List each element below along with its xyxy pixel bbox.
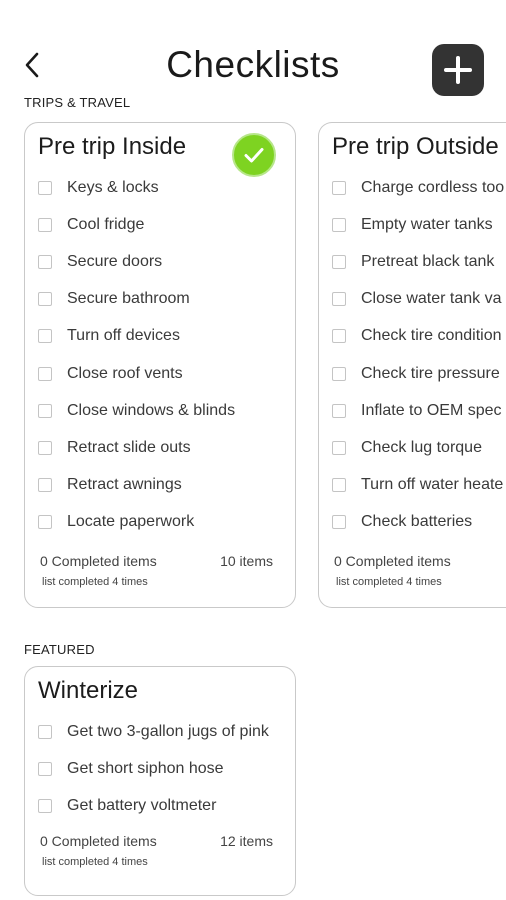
- list-item[interactable]: Check tire condition: [332, 318, 506, 355]
- checkbox[interactable]: [332, 180, 346, 195]
- checkbox[interactable]: [38, 478, 52, 493]
- item-label: Check batteries: [361, 513, 473, 531]
- item-label: Pretreat black tank: [361, 252, 495, 270]
- completion-times: list completed 4 times: [42, 576, 148, 588]
- checklist-card-pre-trip-inside[interactable]: Pre trip Inside Keys & locks Cool fridge…: [24, 122, 296, 608]
- item-label: Charge cordless too: [361, 178, 505, 196]
- checkbox[interactable]: [38, 254, 52, 269]
- item-label: Retract awnings: [67, 476, 182, 494]
- checklist-items: Charge cordless too Empty water tanks Pr…: [332, 169, 506, 541]
- item-label: Close roof vents: [67, 364, 183, 382]
- add-checklist-button[interactable]: [432, 44, 484, 96]
- list-item[interactable]: Get battery voltmeter: [38, 787, 295, 824]
- item-label: Turn off devices: [67, 327, 180, 345]
- checkbox[interactable]: [38, 366, 52, 381]
- item-label: Keys & locks: [67, 178, 159, 196]
- checklist-card-pre-trip-outside[interactable]: Pre trip Outside Charge cordless too Emp…: [318, 122, 506, 608]
- checkbox[interactable]: [332, 478, 346, 493]
- item-label: Locate paperwork: [67, 513, 195, 531]
- item-label: Check tire pressure: [361, 364, 500, 382]
- checkbox[interactable]: [332, 292, 346, 307]
- item-label: Secure bathroom: [67, 290, 190, 308]
- page-title: Checklists: [166, 44, 340, 85]
- item-label: Cool fridge: [67, 215, 145, 233]
- item-label: Retract slide outs: [67, 438, 191, 456]
- list-item[interactable]: Inflate to OEM spec: [332, 392, 506, 429]
- checklist-card-winterize[interactable]: Winterize Get two 3-gallon jugs of pink …: [24, 666, 296, 896]
- completion-times: list completed 4 times: [42, 856, 148, 868]
- checklist-items: Get two 3-gallon jugs of pink Get short …: [38, 713, 295, 825]
- completed-count: 0 Completed items: [40, 833, 157, 849]
- checkbox[interactable]: [332, 515, 346, 530]
- item-label: Empty water tanks: [361, 215, 493, 233]
- list-item[interactable]: Secure bathroom: [38, 281, 295, 318]
- checkbox[interactable]: [38, 403, 52, 418]
- checkbox[interactable]: [332, 329, 346, 344]
- list-item[interactable]: Check lug torque: [332, 429, 506, 466]
- checkbox[interactable]: [38, 798, 52, 813]
- list-item[interactable]: Check tire pressure: [332, 355, 506, 392]
- section-label-trips: TRIPS & TRAVEL: [24, 95, 131, 110]
- list-item[interactable]: Empty water tanks: [332, 206, 506, 243]
- checkbox[interactable]: [332, 440, 346, 455]
- list-item[interactable]: Charge cordless too: [332, 169, 506, 206]
- checkbox[interactable]: [332, 254, 346, 269]
- completion-times: list completed 4 times: [336, 576, 442, 588]
- checkbox[interactable]: [38, 180, 52, 195]
- item-label: Get battery voltmeter: [67, 796, 217, 814]
- item-count: 10 items: [220, 553, 273, 569]
- checkbox[interactable]: [38, 724, 52, 739]
- list-item[interactable]: Close roof vents: [38, 355, 295, 392]
- card-title: Winterize: [38, 677, 139, 704]
- item-count: 12 items: [220, 833, 273, 849]
- list-item[interactable]: Turn off devices: [38, 318, 295, 355]
- card-title: Pre trip Inside: [38, 133, 187, 160]
- list-item[interactable]: Get two 3-gallon jugs of pink: [38, 713, 295, 750]
- list-item[interactable]: Close windows & blinds: [38, 392, 295, 429]
- item-label: Check lug torque: [361, 438, 482, 456]
- item-label: Turn off water heate: [361, 476, 504, 494]
- checkbox[interactable]: [38, 292, 52, 307]
- list-item[interactable]: Close water tank va: [332, 281, 506, 318]
- list-item[interactable]: Secure doors: [38, 243, 295, 280]
- card-title: Pre trip Outside: [332, 133, 499, 160]
- list-item[interactable]: Turn off water heate: [332, 467, 506, 504]
- plus-icon: [444, 56, 472, 84]
- item-label: Secure doors: [67, 252, 163, 270]
- top-bar: Checklists: [0, 36, 506, 98]
- checkbox[interactable]: [38, 515, 52, 530]
- list-item[interactable]: Get short siphon hose: [38, 750, 295, 787]
- list-item[interactable]: Pretreat black tank: [332, 243, 506, 280]
- item-label: Check tire condition: [361, 327, 502, 345]
- item-label: Get two 3-gallon jugs of pink: [67, 722, 269, 740]
- list-item[interactable]: Locate paperwork: [38, 504, 295, 541]
- checklists-screen: Checklists TRIPS & TRAVEL Pre trip Insid…: [0, 0, 506, 900]
- section-label-featured: FEATURED: [24, 642, 95, 657]
- checklist-items: Keys & locks Cool fridge Secure doors Se…: [38, 169, 295, 541]
- completed-count: 0 Completed items: [40, 553, 157, 569]
- list-item[interactable]: Retract slide outs: [38, 429, 295, 466]
- list-item[interactable]: Check batteries: [332, 504, 506, 541]
- checkbox[interactable]: [38, 440, 52, 455]
- item-label: Get short siphon hose: [67, 759, 224, 777]
- checkbox[interactable]: [332, 366, 346, 381]
- checkbox[interactable]: [332, 403, 346, 418]
- item-label: Close windows & blinds: [67, 401, 236, 419]
- list-item[interactable]: Retract awnings: [38, 467, 295, 504]
- checkbox[interactable]: [332, 217, 346, 232]
- completed-count: 0 Completed items: [334, 553, 451, 569]
- list-item[interactable]: Cool fridge: [38, 206, 295, 243]
- list-item[interactable]: Keys & locks: [38, 169, 295, 206]
- checkbox[interactable]: [38, 761, 52, 776]
- item-label: Close water tank va: [361, 290, 502, 308]
- item-label: Inflate to OEM spec: [361, 401, 502, 419]
- checkbox[interactable]: [38, 329, 52, 344]
- checkbox[interactable]: [38, 217, 52, 232]
